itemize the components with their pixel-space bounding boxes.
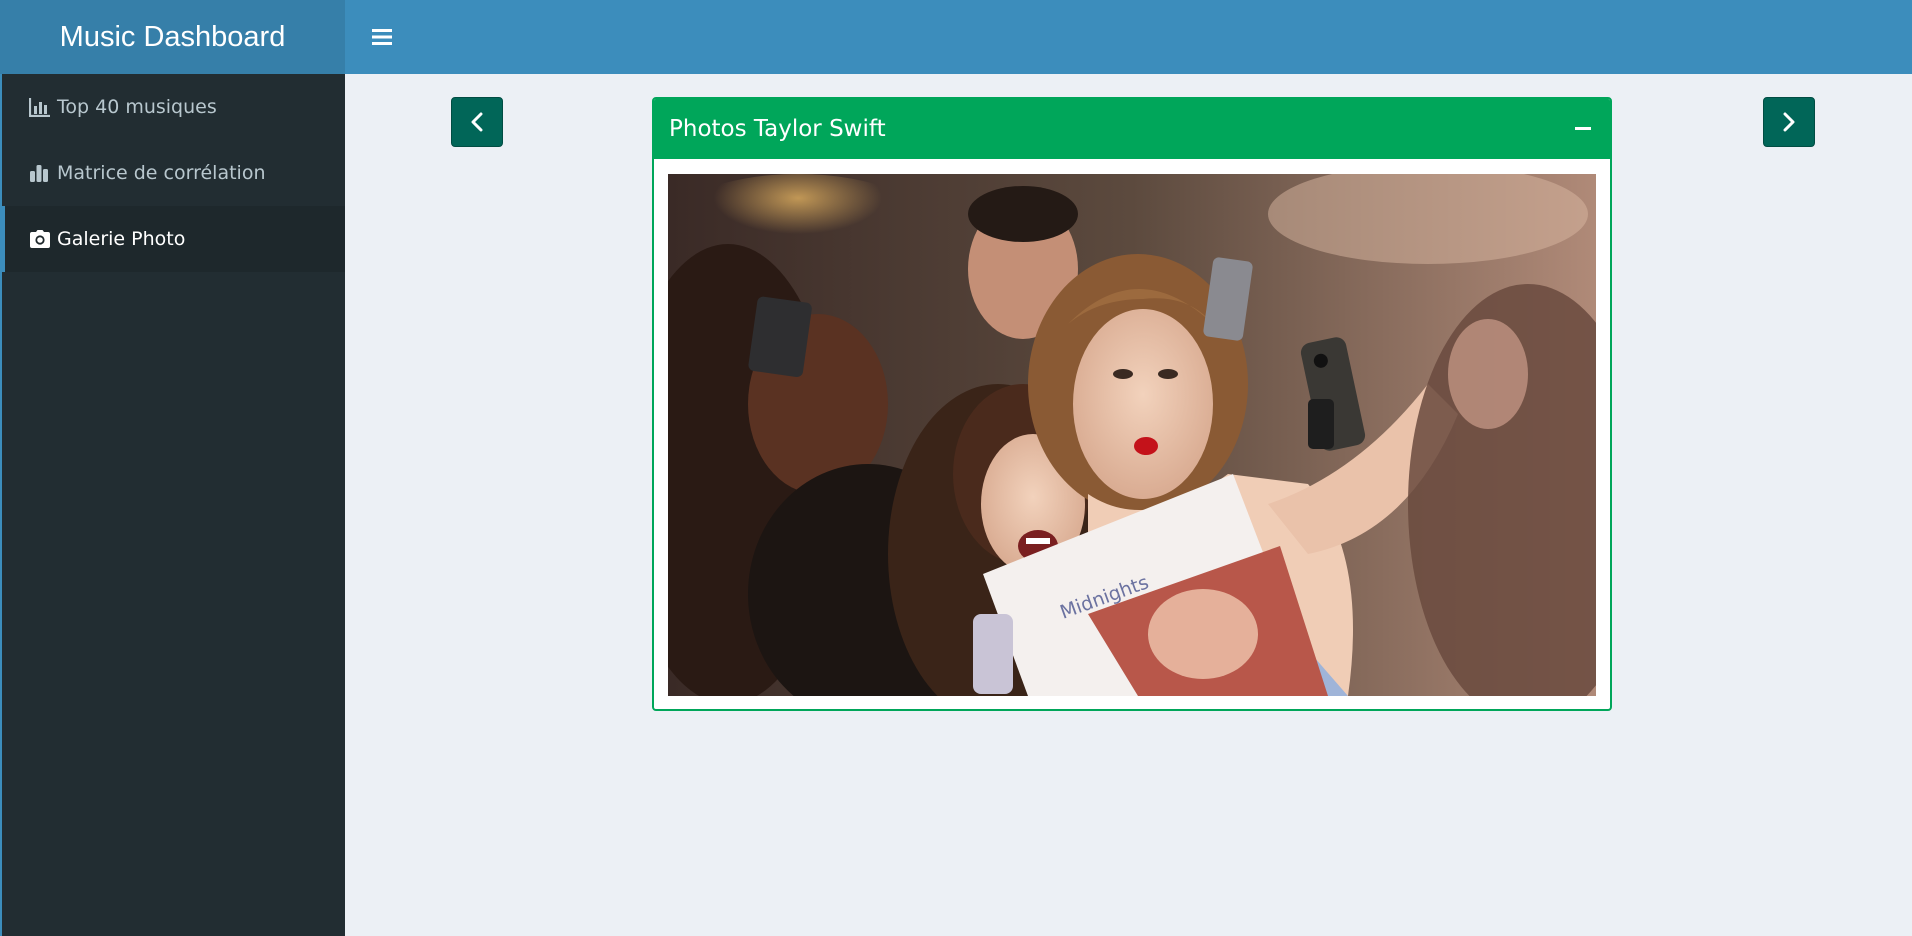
sidebar-item-top-40[interactable]: Top 40 musiques: [2, 74, 345, 140]
next-button[interactable]: [1763, 97, 1815, 147]
hamburger-icon[interactable]: [365, 20, 399, 54]
app-title[interactable]: Music Dashboard: [0, 0, 345, 74]
main-content: Photos Taylor Swift Midnights: [345, 74, 1912, 936]
bar-chart-icon: [29, 96, 53, 118]
photo-box: Photos Taylor Swift Midnights: [652, 97, 1612, 711]
minus-icon: [1575, 127, 1591, 130]
sidebar-item-label: Matrice de corrélation: [57, 162, 266, 184]
sidebar-item-label: Galerie Photo: [57, 228, 186, 250]
chevron-left-icon: [471, 112, 483, 132]
chevron-right-icon: [1783, 112, 1795, 132]
sidebar: Top 40 musiques Matrice de corrélation G…: [0, 74, 345, 936]
previous-button[interactable]: [451, 97, 503, 147]
photo-frame: Midnights: [668, 174, 1596, 696]
box-title: Photos Taylor Swift: [669, 116, 886, 142]
camera-icon: [29, 228, 53, 250]
collapse-button[interactable]: [1570, 116, 1596, 142]
sidebar-item-photo-gallery[interactable]: Galerie Photo: [2, 206, 345, 272]
box-header: Photos Taylor Swift: [654, 99, 1610, 159]
sidebar-item-label: Top 40 musiques: [57, 96, 217, 118]
top-navbar: [345, 0, 1912, 74]
sidebar-item-correlation-matrix[interactable]: Matrice de corrélation: [2, 140, 345, 206]
taylor-swift-photo: Midnights: [668, 174, 1596, 696]
column-chart-icon: [29, 162, 53, 184]
